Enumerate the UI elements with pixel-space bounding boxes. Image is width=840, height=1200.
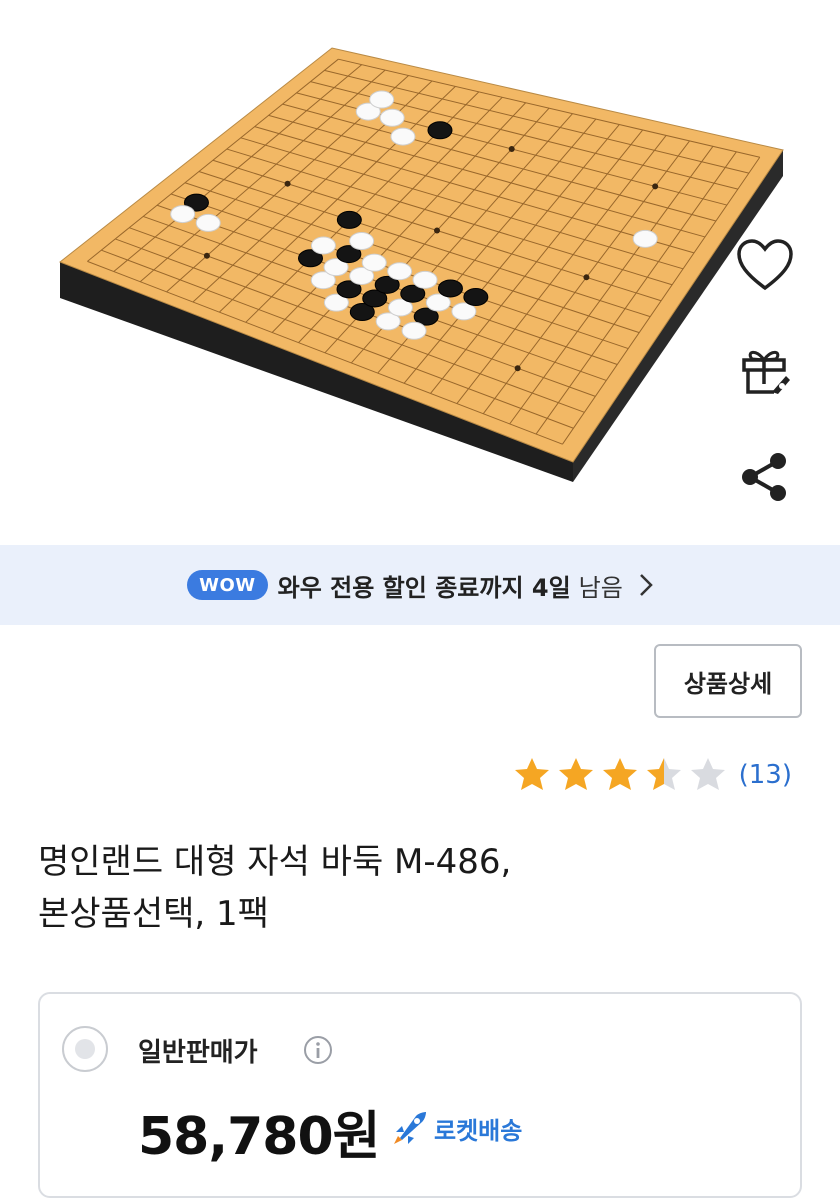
rating-stars [513, 756, 733, 794]
rocket-icon [394, 1112, 426, 1144]
product-title-line2: 본상품선택, 1팩 [38, 894, 269, 934]
product-title-line1: 명인랜드 대형 자석 바둑 M-486, [38, 842, 512, 882]
gift-button[interactable] [732, 338, 798, 404]
wow-banner-suffix: 남음 [578, 573, 623, 602]
star-icon [558, 758, 593, 790]
product-title: 명인랜드 대형 자석 바둑 M-486, 본상품선택, 1팩 [38, 836, 738, 940]
product-image[interactable] [0, 0, 840, 545]
info-icon[interactable] [302, 1034, 334, 1066]
wow-badge: WOW [187, 570, 268, 600]
price-value: 58,780원 [138, 1107, 381, 1167]
go-board-image [59, 47, 784, 482]
rating: (13) [513, 756, 792, 794]
chevron-right-icon [639, 573, 653, 597]
wow-banner-text: 와우 전용 할인 종료까지 4일 [277, 573, 571, 602]
price-option-radio[interactable] [62, 1026, 108, 1072]
price-label: 일반판매가 [138, 1038, 258, 1068]
price-option-card[interactable]: 일반판매가 58,780원 로켓배송 [38, 992, 802, 1198]
rocket-delivery-badge: 로켓배송 [390, 1108, 522, 1148]
product-detail-button[interactable]: 상품상세 [654, 644, 802, 718]
review-count-link[interactable]: (13) [739, 760, 792, 790]
star-icon [646, 758, 681, 790]
product-page: WOW 와우 전용 할인 종료까지 4일 남음 상품상세 (13) 명인랜드 대… [0, 0, 840, 1200]
star-icon [514, 758, 549, 790]
share-icon [742, 453, 786, 501]
rocket-delivery-label: 로켓배송 [434, 1116, 523, 1145]
wow-discount-banner[interactable]: WOW 와우 전용 할인 종료까지 4일 남음 [0, 545, 840, 625]
wishlist-button[interactable] [732, 232, 798, 298]
gift-icon [742, 350, 790, 394]
heart-icon [737, 239, 793, 291]
star-icon [602, 758, 637, 790]
star-icon [690, 758, 725, 790]
share-button[interactable] [732, 444, 798, 510]
